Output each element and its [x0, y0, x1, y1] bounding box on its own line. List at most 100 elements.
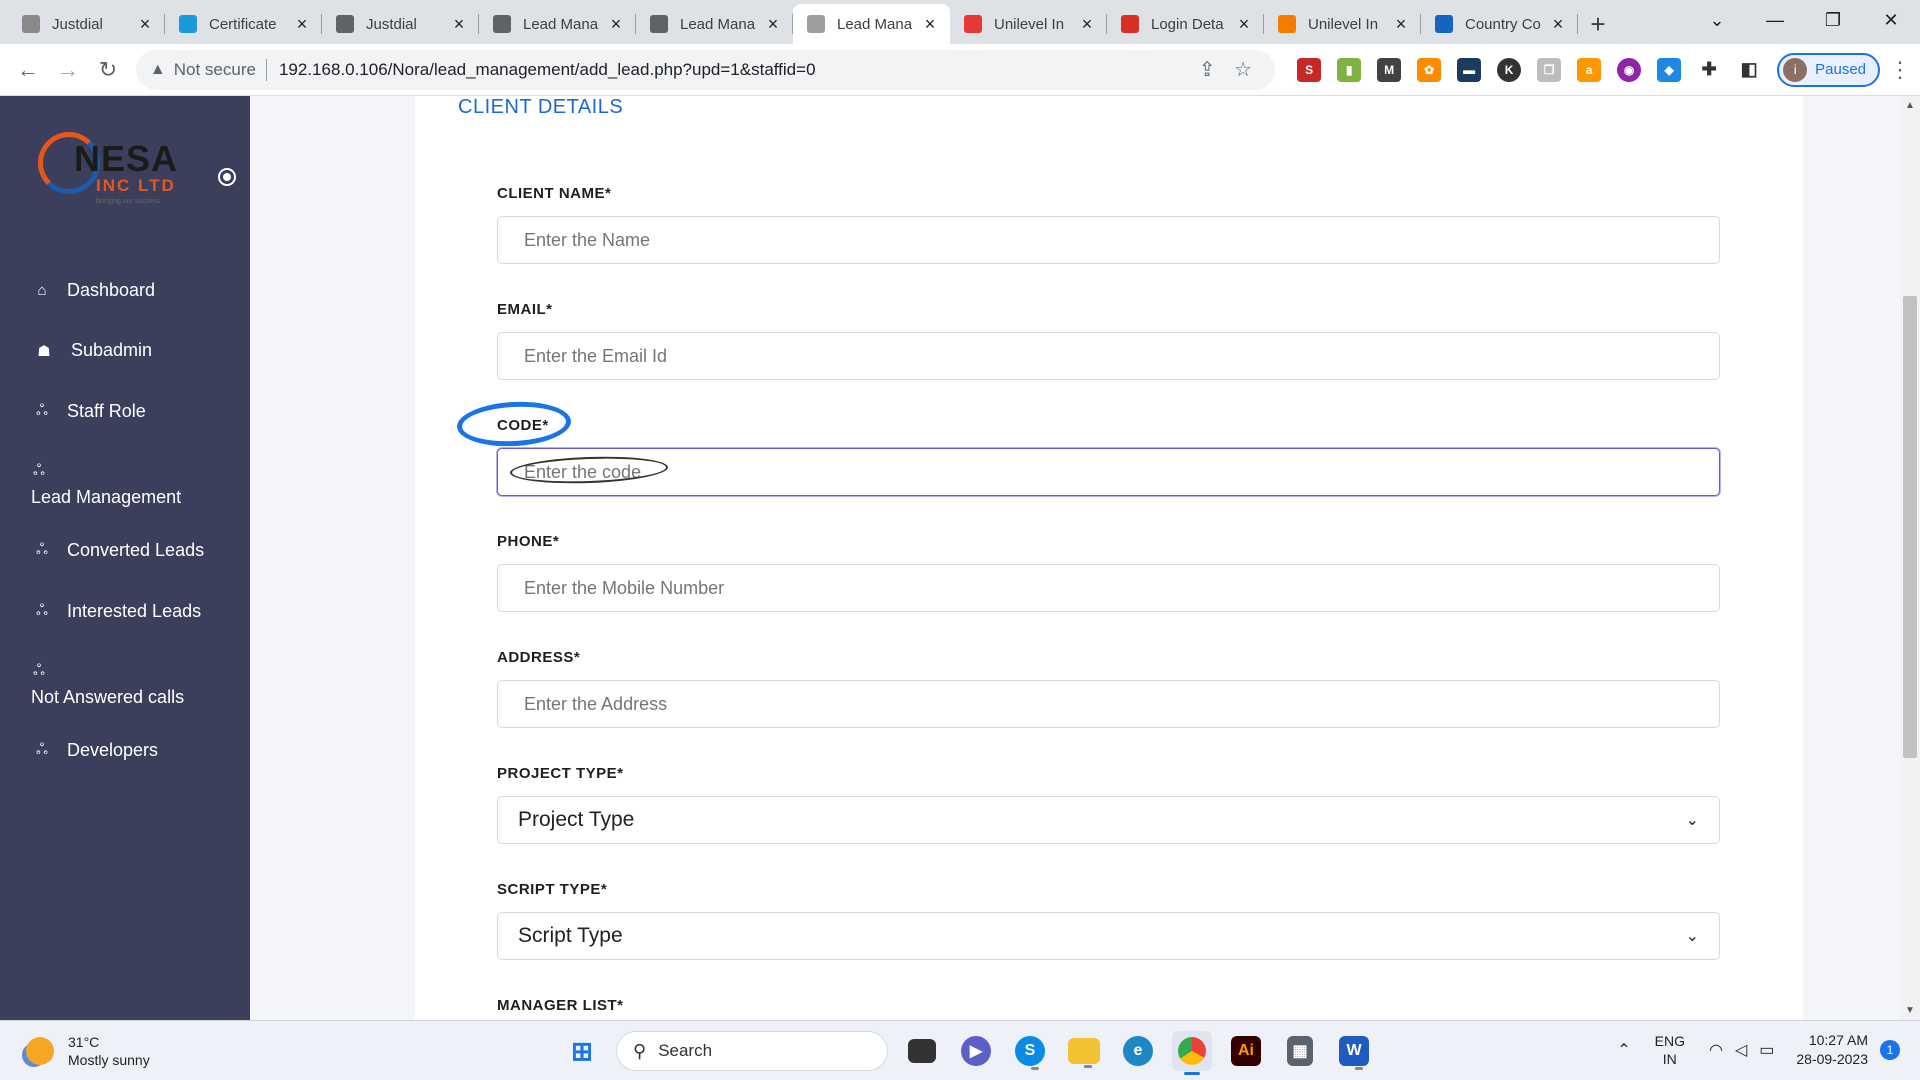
browser-tab-strip: Justdial × Certificate × Justdial × Lead Mana ×…	[0, 0, 1920, 44]
battery-icon[interactable]: ▭	[1759, 1040, 1774, 1060]
tag-extension-icon[interactable]: ◆	[1657, 57, 1682, 82]
address-label: ADDRESS*	[497, 649, 581, 666]
weather-temp: 31°C	[68, 1034, 100, 1050]
profile-status: Paused	[1815, 61, 1867, 78]
tab-close-icon[interactable]: ×	[135, 14, 155, 35]
tab-close-icon[interactable]: ×	[449, 14, 469, 35]
wifi-icon[interactable]: ◠	[1709, 1040, 1723, 1060]
scrollbar-thumb[interactable]	[1903, 296, 1917, 758]
extension-icon[interactable]: ✿	[1417, 57, 1442, 82]
browser-tab[interactable]: Justdial ×	[8, 4, 165, 44]
tab-favicon-icon	[1121, 15, 1139, 33]
copy-extension-icon[interactable]: ❐	[1537, 57, 1562, 82]
illustrator-icon[interactable]: Ai	[1231, 1036, 1261, 1066]
client-name-input[interactable]	[497, 216, 1720, 264]
side-panel-icon[interactable]: ◧	[1737, 57, 1762, 82]
url-text[interactable]: 192.168.0.106/Nora/lead_management/add_l…	[279, 60, 1189, 80]
new-tab-button[interactable]: +	[1578, 4, 1618, 44]
tab-title: Lead Mana	[680, 15, 756, 33]
minimize-icon[interactable]: —	[1746, 0, 1804, 40]
tab-close-icon[interactable]: ×	[920, 14, 940, 35]
edge-browser-icon[interactable]: e	[1123, 1036, 1153, 1066]
profile-button[interactable]: i Paused	[1777, 52, 1881, 87]
notification-badge[interactable]: 1	[1880, 1040, 1900, 1060]
email-input[interactable]	[497, 332, 1720, 380]
sidebar-item-dashboard[interactable]: ⌂ Dashboard	[31, 280, 155, 301]
scroll-up-icon[interactable]: ▲	[1900, 100, 1920, 111]
skype-icon[interactable]: S	[1015, 1036, 1045, 1070]
browser-tab[interactable]: Lead Mana ×	[479, 4, 636, 44]
org-icon: ஃ	[36, 402, 48, 419]
browser-tab[interactable]: Justdial ×	[322, 4, 479, 44]
tab-title: Login Deta	[1151, 15, 1224, 33]
teams-chat-icon[interactable]: ▶	[961, 1036, 991, 1066]
project-type-select[interactable]: Project Type ⌄	[497, 796, 1720, 844]
tab-separator	[1577, 14, 1578, 34]
browser-tab[interactable]: Country Co ×	[1421, 4, 1578, 44]
tab-close-icon[interactable]: ×	[1548, 14, 1568, 35]
sidebar-item-developers[interactable]: ஃ Developers	[31, 740, 158, 761]
browser-tab[interactable]: Lead Mana ×	[636, 4, 793, 44]
main-content: CLIENT DETAILS CLIENT NAME* EMAIL* CODE*…	[250, 96, 1900, 1020]
address-input[interactable]	[497, 680, 1720, 728]
sidebar-item-interested-leads[interactable]: ஃ Interested Leads	[31, 601, 201, 622]
sidebar-item-subadmin[interactable]: ☗ Subadmin	[31, 340, 152, 361]
k-extension-icon[interactable]: K	[1497, 57, 1522, 82]
sidebar-item-converted-leads[interactable]: ஃ Converted Leads	[31, 540, 204, 561]
word-icon[interactable]: W	[1339, 1036, 1369, 1070]
browser-tab[interactable]: Unilevel In ×	[1264, 4, 1421, 44]
scroll-down-icon[interactable]: ▼	[1900, 1005, 1920, 1016]
folder-extension-icon[interactable]: ▬	[1457, 57, 1482, 82]
tab-close-icon[interactable]: ×	[763, 14, 783, 35]
browser-tab[interactable]: Certificate ×	[165, 4, 322, 44]
calculator-icon[interactable]: ▦	[1287, 1036, 1313, 1066]
tab-close-icon[interactable]: ×	[606, 14, 626, 35]
chevron-up-icon[interactable]: ⌃	[1617, 1040, 1630, 1060]
address-bar[interactable]: ▲ Not secure 192.168.0.106/Nora/lead_man…	[135, 49, 1276, 90]
sidebar-item-staff-role[interactable]: ஃ Staff Role	[31, 401, 146, 422]
tab-close-icon[interactable]: ×	[292, 14, 312, 35]
browser-tab[interactable]: Unilevel In ×	[950, 4, 1107, 44]
extension-icon[interactable]: S	[1297, 57, 1322, 82]
a-extension-icon[interactable]: a	[1577, 57, 1602, 82]
file-explorer-icon[interactable]	[1068, 1038, 1100, 1068]
tab-close-icon[interactable]: ×	[1234, 14, 1254, 35]
clock[interactable]: 10:27 AM 28-09-2023	[1796, 1031, 1868, 1069]
color-extension-icon[interactable]: ◉	[1617, 57, 1642, 82]
share-icon[interactable]: ⇪	[1189, 57, 1225, 82]
volume-icon[interactable]: ◁	[1735, 1040, 1747, 1060]
sidebar-toggle-icon[interactable]	[218, 168, 236, 186]
tab-close-icon[interactable]: ×	[1391, 14, 1411, 35]
page-scrollbar[interactable]: ▲ ▼	[1900, 96, 1920, 1020]
kebab-menu-icon[interactable]: ⋮	[1880, 57, 1920, 83]
script-type-select[interactable]: Script Type ⌄	[497, 912, 1720, 960]
restore-icon[interactable]: ❐	[1804, 0, 1862, 40]
browser-tab[interactable]: Login Deta ×	[1107, 4, 1264, 44]
manager-list-label: MANAGER LIST*	[497, 997, 624, 1014]
task-view-icon[interactable]	[908, 1039, 936, 1063]
language-indicator[interactable]: ENG IN	[1655, 1032, 1685, 1068]
reload-icon[interactable]: ↻	[88, 50, 128, 90]
m-extension-icon[interactable]: M	[1377, 57, 1402, 82]
browser-tab[interactable]: Lead Mana ×	[793, 4, 950, 44]
form-card: CLIENT DETAILS CLIENT NAME* EMAIL* CODE*…	[415, 96, 1803, 1020]
phone-input[interactable]	[497, 564, 1720, 612]
tab-close-icon[interactable]: ×	[1077, 14, 1097, 35]
windows-start-icon[interactable]: ⊞	[562, 1031, 602, 1071]
analytics-extension-icon[interactable]: ▮	[1337, 57, 1362, 82]
back-icon[interactable]: ←	[8, 50, 48, 90]
weather-widget[interactable]: 31°C Mostly sunny	[26, 1033, 150, 1069]
code-input[interactable]	[497, 448, 1720, 496]
close-window-icon[interactable]: ✕	[1862, 0, 1920, 40]
tab-favicon-icon	[1435, 15, 1453, 33]
sidebar-item-lead-management[interactable]: ஃ Lead Management	[31, 462, 181, 508]
puzzle-icon[interactable]: ✚	[1697, 57, 1722, 82]
chrome-browser-icon[interactable]	[1172, 1031, 1212, 1075]
bookmark-star-icon[interactable]: ☆	[1225, 57, 1261, 82]
tab-title: Lead Mana	[837, 15, 913, 33]
sidebar-item-not-answered-calls[interactable]: ஃ Not Answered calls	[31, 662, 184, 708]
tab-search-icon[interactable]: ⌄	[1688, 0, 1746, 40]
forward-icon[interactable]: →	[48, 50, 88, 90]
tab-favicon-icon	[807, 15, 825, 33]
taskbar-search[interactable]: ⚲ Search	[616, 1031, 888, 1071]
